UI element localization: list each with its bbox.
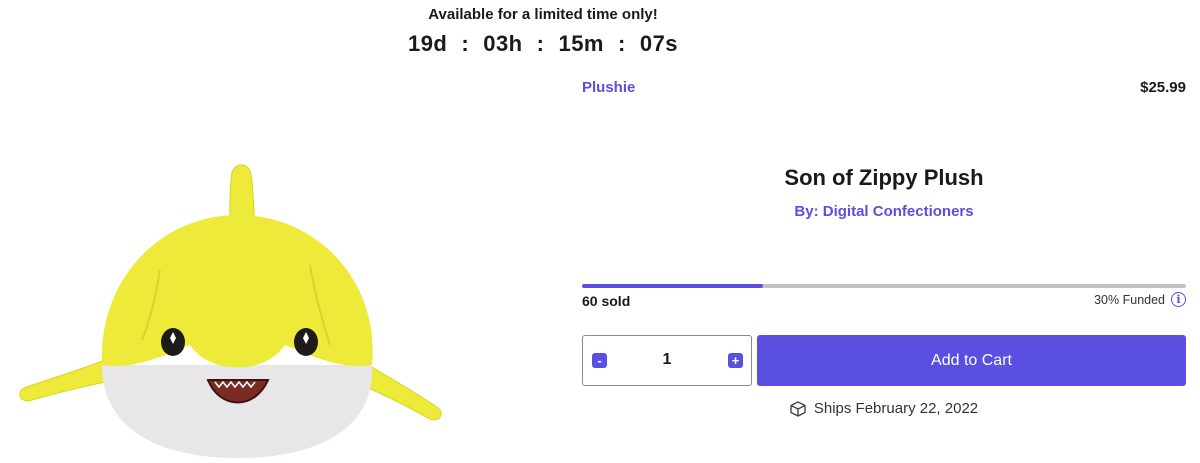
box-icon <box>790 400 806 417</box>
quantity-input[interactable]: 1 <box>613 351 721 369</box>
decrease-quantity-button[interactable]: - <box>592 353 607 368</box>
add-to-cart-button[interactable]: Add to Cart <box>757 335 1186 386</box>
quantity-stepper: - 1 + <box>582 335 752 386</box>
countdown-hours: 03h <box>483 31 523 56</box>
creator-link[interactable]: By: Digital Confectioners <box>582 203 1186 220</box>
limited-time-banner: Available for a limited time only! 19d :… <box>343 0 743 57</box>
shipping-info: Ships February 22, 2022 <box>582 400 1186 417</box>
sold-count: 60 sold <box>582 293 631 309</box>
product-title: Son of Zippy Plush <box>784 165 984 190</box>
countdown-separator: : <box>461 31 470 56</box>
product-price: $25.99 <box>1140 79 1186 96</box>
product-image[interactable] <box>10 160 460 458</box>
countdown-minutes: 15m <box>558 31 604 56</box>
increase-quantity-button[interactable]: + <box>728 353 743 368</box>
funding-progress-bar <box>582 284 1186 288</box>
countdown-separator: : <box>618 31 626 56</box>
countdown-separator: : <box>536 31 545 56</box>
funded-percent: 30% Funded <box>1094 292 1165 307</box>
countdown-days: 19d <box>407 31 448 56</box>
countdown-timer: 19d : 03h : 15m : 07s <box>343 31 743 57</box>
ship-date: Ships February 22, 2022 <box>813 400 979 417</box>
funded-status: 30% Funded i <box>1094 292 1186 307</box>
product-category-link[interactable]: Plushie <box>582 79 635 96</box>
info-icon[interactable]: i <box>1171 292 1186 307</box>
funding-progress-fill <box>582 284 764 288</box>
limited-time-text: Available for a limited time only! <box>428 6 658 23</box>
shark-plush-illustration <box>19 164 442 458</box>
countdown-seconds: 07s <box>639 31 679 56</box>
